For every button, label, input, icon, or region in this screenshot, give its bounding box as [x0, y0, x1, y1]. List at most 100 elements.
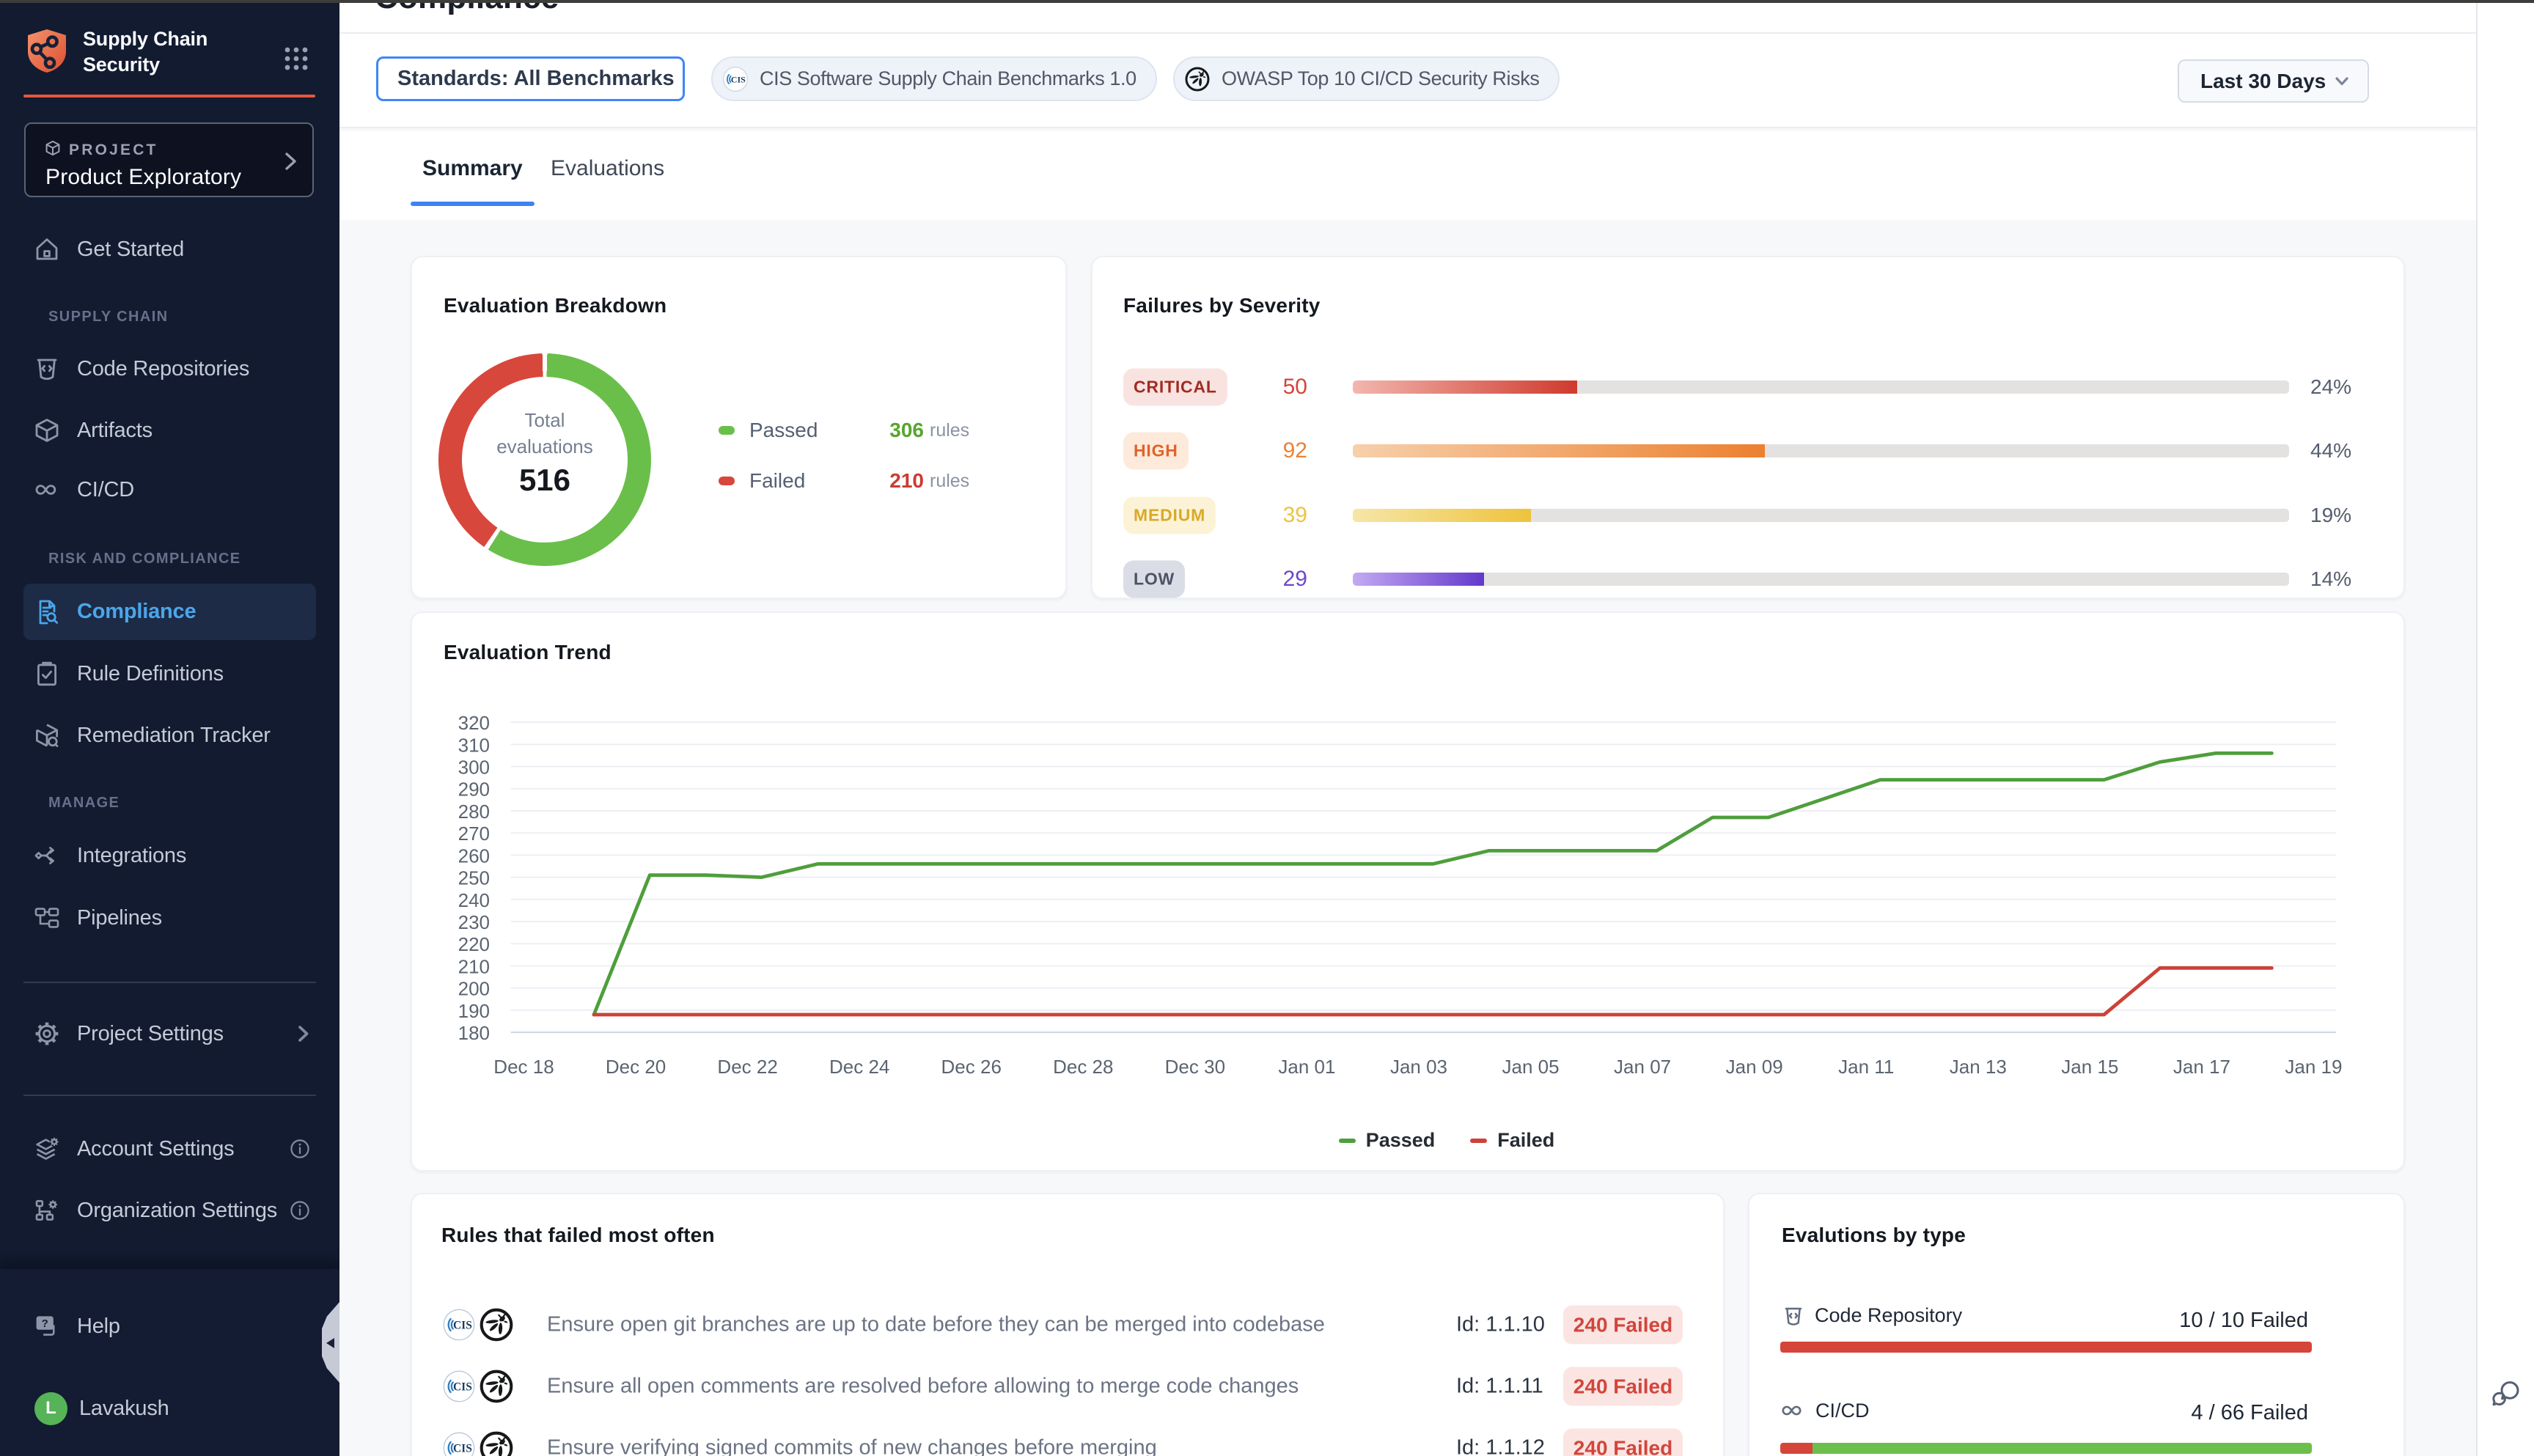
trend-legend-passed[interactable]: Passed — [1339, 1129, 1436, 1152]
page-header: Compliance — [339, 3, 2476, 32]
main-content: Compliance Standards: All Benchmarks CIS… — [339, 3, 2476, 1456]
artifact-cube-icon — [34, 417, 60, 444]
legend-name: Passed — [1366, 1129, 1436, 1152]
brand-shield-logo — [23, 27, 70, 74]
project-label: PROJECT — [69, 141, 158, 159]
sidebar-item-cicd[interactable]: CI/CD — [23, 465, 316, 515]
owasp-logo — [480, 1308, 513, 1342]
donut-center-line1: Total — [525, 409, 565, 431]
standards-select[interactable]: Standards: All Benchmarks — [376, 56, 685, 101]
trend-legend: Passed Failed — [451, 1129, 2442, 1152]
home-icon — [34, 236, 60, 262]
tab-summary[interactable]: Summary — [411, 156, 535, 219]
rule-failed-badge: 240 Failed — [1563, 1367, 1683, 1406]
section-header-manage: MANAGE — [48, 795, 120, 812]
severity-bar-fill — [1353, 380, 1577, 394]
benchmark-chip-owasp[interactable]: OWASP Top 10 CI/CD Security Risks — [1173, 56, 1560, 101]
svg-text:180: 180 — [458, 1022, 490, 1044]
svg-text:Jan 07: Jan 07 — [1614, 1056, 1671, 1078]
sidebar-item-get-started[interactable]: Get Started — [23, 224, 316, 274]
sidebar-item-account-settings[interactable]: Account Settings — [23, 1124, 316, 1174]
svg-text:200: 200 — [458, 978, 490, 1000]
passed-line-marker — [1339, 1139, 1356, 1143]
svg-text:Jan 05: Jan 05 — [1502, 1056, 1560, 1078]
sidebar-item-help[interactable]: ? Help — [23, 1301, 316, 1351]
sidebar-item-integrations[interactable]: Integrations — [23, 831, 316, 880]
svg-text:260: 260 — [458, 845, 490, 867]
svg-text:Dec 28: Dec 28 — [1053, 1056, 1113, 1078]
chat-widget-icon[interactable] — [2491, 1378, 2522, 1408]
avatar: L — [34, 1392, 67, 1425]
failures-by-severity-card: Failures by Severity CRITICAL5024%HIGH92… — [1091, 256, 2405, 599]
svg-text:190: 190 — [458, 1000, 490, 1022]
failed-bar-segment — [1780, 1443, 1813, 1454]
svg-text:CIS: CIS — [731, 74, 746, 84]
type-row-value: 10 / 10 Failed — [2179, 1309, 2308, 1333]
sidebar-item-remediation-tracker[interactable]: Remediation Tracker — [23, 710, 316, 760]
type-row-cicd: CI/CD — [1780, 1398, 1870, 1423]
sidebar-item-rule-definitions[interactable]: Rule Definitions — [23, 649, 316, 699]
svg-text:CIS: CIS — [453, 1320, 472, 1332]
app-launcher-grid-icon[interactable] — [283, 45, 309, 72]
code-repository-icon — [34, 356, 60, 382]
type-row-code-repository: Code Repository — [1782, 1304, 1962, 1327]
sidebar-item-artifacts[interactable]: Artifacts — [23, 405, 316, 455]
sidebar-item-pipelines[interactable]: Pipelines — [23, 893, 316, 943]
section-header-supply-chain: SUPPLY CHAIN — [48, 309, 169, 326]
date-range-value: Last 30 Days — [2200, 70, 2326, 93]
sidebar-item-code-repositories[interactable]: Code Repositories — [23, 344, 316, 394]
svg-text:300: 300 — [458, 757, 490, 779]
filter-bar: Standards: All Benchmarks CIS CIS Softwa… — [339, 32, 2476, 128]
svg-text:270: 270 — [458, 823, 490, 845]
severity-row-high: HIGH9244% — [1092, 430, 2403, 471]
sidebar-item-project-settings[interactable]: Project Settings — [23, 1009, 316, 1059]
rule-row[interactable]: CISEnsure open git branches are up to da… — [412, 1303, 1723, 1347]
sidebar-item-organization-settings[interactable]: Organization Settings — [23, 1185, 316, 1235]
clipboard-check-icon — [34, 661, 60, 687]
compliance-document-icon — [34, 599, 60, 625]
failed-line-marker — [1470, 1139, 1487, 1143]
rule-benchmark-logos: CIS — [443, 1369, 513, 1403]
svg-text:Jan 17: Jan 17 — [2173, 1056, 2230, 1078]
date-range-select[interactable]: Last 30 Days — [2178, 59, 2369, 103]
svg-text:?: ? — [42, 1317, 48, 1330]
svg-text:Dec 22: Dec 22 — [717, 1056, 777, 1078]
sidebar-item-label: Account Settings — [77, 1137, 234, 1161]
sidebar-user[interactable]: L Lavakush — [23, 1383, 316, 1433]
info-icon[interactable] — [290, 1201, 309, 1220]
tab-evaluations[interactable]: Evaluations — [539, 156, 676, 219]
passed-marker — [719, 426, 735, 435]
rule-failed-badge: 240 Failed — [1563, 1429, 1683, 1456]
rule-id: Id: 1.1.12 — [1456, 1436, 1545, 1456]
project-cube-icon — [45, 140, 61, 156]
chevron-down-icon — [2335, 77, 2348, 86]
card-title: Rules that failed most often — [441, 1224, 715, 1247]
rule-row[interactable]: CIS Ensure all open comments are resolved… — [412, 1364, 1723, 1408]
severity-count: 29 — [1249, 567, 1307, 592]
info-icon[interactable] — [290, 1139, 309, 1158]
card-title: Failures by Severity — [1123, 294, 1321, 317]
infinity-icon — [1780, 1398, 1805, 1423]
type-name: Code Repository — [1815, 1304, 1962, 1327]
sidebar-item-compliance[interactable]: Compliance — [23, 584, 316, 640]
standards-select-value: Standards: All Benchmarks — [397, 67, 675, 91]
sidebar: Supply Chain Security PROJECT Product Ex… — [0, 3, 339, 1456]
rule-text: Ensure all open comments are resolved be… — [547, 1375, 1299, 1399]
svg-text:Dec 26: Dec 26 — [941, 1056, 1002, 1078]
trend-legend-failed[interactable]: Failed — [1470, 1129, 1554, 1152]
org-gear-icon — [34, 1197, 60, 1224]
benchmark-chip-cis[interactable]: CIS CIS Software Supply Chain Benchmarks… — [711, 56, 1157, 101]
rule-benchmark-logos: CIS — [443, 1431, 513, 1456]
project-switcher[interactable]: PROJECT Product Exploratory — [24, 122, 314, 197]
active-tab-underline — [411, 202, 535, 206]
svg-text:220: 220 — [458, 933, 490, 955]
evaluations-by-type-card: Evalutions by type Code Repository 10 / … — [1748, 1193, 2405, 1456]
rule-row[interactable]: CISEnsure verifying signed commits of ne… — [412, 1426, 1723, 1456]
donut-center-label: Totalevaluations — [462, 407, 628, 460]
card-title: Evaluation Breakdown — [444, 294, 666, 317]
cis-logo: CIS — [723, 67, 748, 92]
severity-bar-fill — [1353, 509, 1531, 522]
legend-item-passed: Passed 306 rules — [719, 416, 969, 445]
severity-count: 92 — [1249, 438, 1307, 463]
svg-text:230: 230 — [458, 911, 490, 933]
